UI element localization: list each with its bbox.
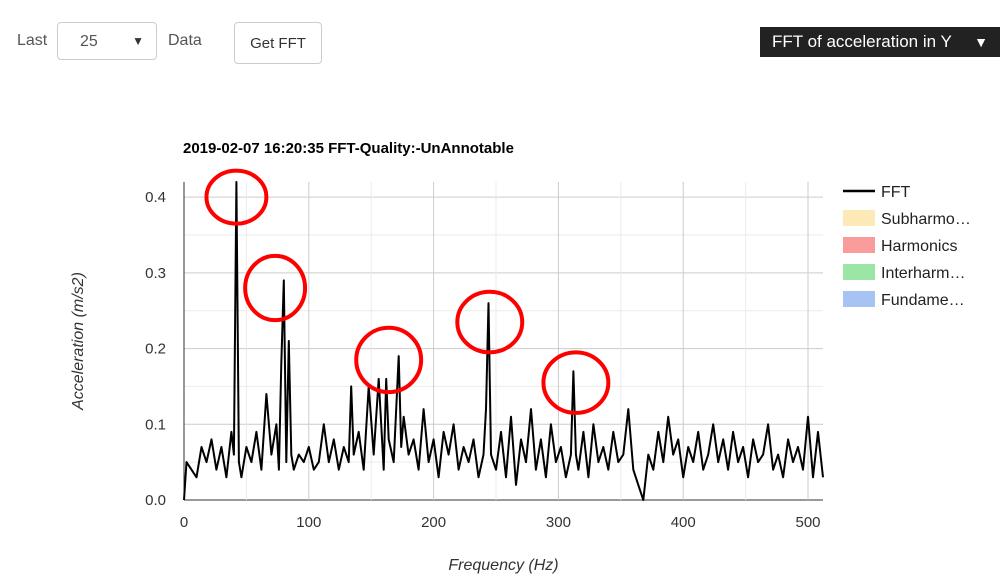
legend-label: Subharmo… [881,211,971,228]
peak-highlight-ellipse [354,325,424,395]
legend-label: Harmonics [881,238,957,255]
legend-label: Interharm… [881,265,965,282]
x-tick-label: 100 [296,514,321,531]
y-axis-title: Acceleration (m/s2) [70,272,87,411]
x-axis-title: Frequency (Hz) [448,557,558,574]
legend-label: Fundame… [881,292,965,309]
fft-series-line [183,181,824,501]
legend-swatch [843,237,875,253]
chart-legend: FFT Subharmo… Harmonics Interharm… Fundame… [843,184,971,309]
legend-swatch [843,210,875,226]
legend-label: FFT [881,184,911,201]
x-tick-label: 0 [180,514,188,531]
x-tick-label: 300 [546,514,571,531]
x-tick-label: 500 [796,514,821,531]
peak-highlight-ellipse [541,350,611,415]
y-tick-label: 0.3 [145,265,166,282]
legend-swatch [843,264,875,280]
y-tick-label: 0.4 [145,189,166,206]
x-tick-label: 200 [421,514,446,531]
x-tick-label: 400 [671,514,696,531]
chart-series [183,181,824,501]
legend-swatch [843,291,875,307]
y-tick-label: 0.1 [145,416,166,433]
chart-annotations [204,168,611,415]
y-tick-label: 0.2 [145,341,166,358]
fft-chart: 0.0 0.1 0.2 0.3 0.4 0 100 200 300 400 500 FFT Subha… [70,168,971,574]
y-tick-label: 0.0 [145,492,166,509]
